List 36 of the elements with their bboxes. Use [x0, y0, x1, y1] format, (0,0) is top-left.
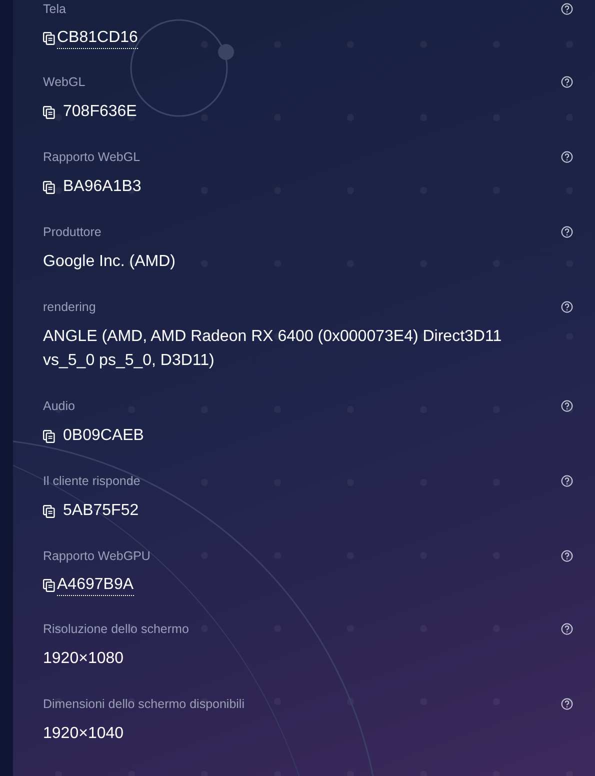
field-value: Google Inc. (AMD) [43, 252, 176, 272]
field-label: Dimensioni dello schermo disponibili [43, 697, 244, 711]
field-label: Risoluzione dello schermo [43, 622, 189, 636]
field-value: BA96A1B3 [63, 177, 142, 197]
help-icon[interactable] [561, 3, 573, 15]
help-icon[interactable] [561, 550, 573, 562]
copy-icon[interactable] [43, 578, 55, 592]
field-value: 708F636E [63, 102, 137, 122]
field-value[interactable]: CB81CD16 [57, 27, 138, 49]
field-value: ANGLE (AMD, AMD Radeon RX 6400 (0x000073E4) Direct3D11 vs_5_0 ps_5_0, D3D11) [43, 327, 503, 371]
help-icon[interactable] [561, 301, 573, 313]
help-icon[interactable] [561, 698, 573, 710]
help-icon[interactable] [561, 76, 573, 88]
field-value: 1920×1080 [43, 649, 124, 669]
field-value[interactable]: A4697B9A [57, 574, 134, 596]
field-value: 1920×1040 [43, 724, 124, 744]
field-label: Rapporto WebGL [43, 150, 140, 164]
copy-icon[interactable] [43, 430, 55, 442]
help-icon[interactable] [561, 226, 573, 238]
field-label: Rapporto WebGPU [43, 549, 150, 563]
copy-icon[interactable] [43, 504, 55, 518]
help-icon[interactable] [561, 623, 573, 635]
field-label: Audio [43, 399, 75, 413]
copy-icon[interactable] [43, 180, 55, 194]
help-icon[interactable] [561, 400, 573, 412]
field-label: Il cliente risponde [43, 474, 140, 488]
field-value: 0B09CAEB [63, 426, 144, 446]
copy-icon[interactable] [43, 106, 55, 118]
help-icon[interactable] [561, 151, 573, 163]
field-label: rendering [43, 300, 96, 314]
field-label: Tela [43, 2, 66, 16]
field-value: 5AB75F52 [63, 501, 139, 521]
help-icon[interactable] [561, 475, 573, 487]
copy-icon[interactable] [43, 32, 55, 44]
field-label: WebGL [43, 75, 86, 89]
field-label: Produttore [43, 225, 102, 239]
